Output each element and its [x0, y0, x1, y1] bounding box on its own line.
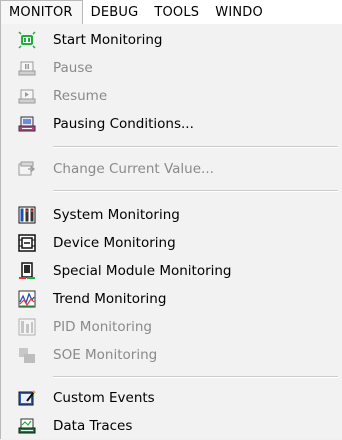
menu-item-label: Pausing Conditions... [53, 116, 194, 132]
menu-item-label: PID Monitoring [53, 319, 153, 335]
pause-icon [18, 59, 36, 77]
menu-monitor[interactable]: MONITOR [0, 0, 83, 24]
data-traces-icon [18, 417, 36, 435]
menu-item-change-current-value[interactable]: Change Current Value... [1, 155, 342, 183]
menu-item-special-module-monitoring[interactable]: Special Module Monitoring [1, 257, 342, 285]
pausing-conditions-icon [18, 115, 36, 133]
menu-item-trend-monitoring[interactable]: Trend Monitoring [1, 285, 342, 313]
menu-item-device-monitoring[interactable]: Device Monitoring [1, 229, 342, 257]
resume-icon [18, 87, 36, 105]
menu-item-label: SOE Monitoring [53, 347, 158, 363]
menu-item-label: System Monitoring [53, 207, 180, 223]
device-monitoring-icon [18, 234, 36, 252]
menu-item-label: Data Traces [53, 418, 133, 434]
menu-item-label: Special Module Monitoring [53, 263, 232, 279]
menu-item-label: Trend Monitoring [53, 291, 167, 307]
menu-item-pause[interactable]: Pause [1, 54, 342, 82]
menu-bar: MONITOR DEBUG TOOLS WINDO [0, 0, 342, 25]
menu-item-label: Device Monitoring [53, 235, 176, 251]
menu-item-data-traces[interactable]: Data Traces [1, 412, 342, 440]
menu-tools[interactable]: TOOLS [146, 0, 207, 24]
menu-item-label: Resume [53, 88, 108, 104]
special-module-icon [18, 262, 36, 280]
menu-item-label: Start Monitoring [53, 32, 163, 48]
menu-item-label: Pause [53, 60, 93, 76]
soe-monitoring-icon [18, 346, 36, 364]
menu-separator [53, 190, 338, 192]
trend-monitoring-icon [18, 290, 36, 308]
pid-monitoring-icon [18, 318, 36, 336]
menu-item-custom-events[interactable]: Custom Events [1, 384, 342, 412]
menu-separator [53, 376, 338, 378]
change-value-icon [18, 160, 36, 178]
menu-item-system-monitoring[interactable]: System Monitoring [1, 201, 342, 229]
system-monitoring-icon [18, 206, 36, 224]
menu-debug[interactable]: DEBUG [83, 0, 147, 24]
monitor-dropdown-menu: Start Monitoring Pause Resume Pausing Co… [0, 24, 342, 439]
menu-window[interactable]: WINDO [207, 0, 271, 24]
menu-separator [53, 146, 338, 148]
menu-item-label: Custom Events [53, 390, 155, 406]
start-monitoring-icon [18, 31, 36, 49]
menu-item-start-monitoring[interactable]: Start Monitoring [1, 26, 342, 54]
custom-events-icon [18, 389, 36, 407]
menu-item-soe-monitoring[interactable]: SOE Monitoring [1, 341, 342, 369]
menu-item-pausing-conditions[interactable]: Pausing Conditions... [1, 110, 342, 138]
menu-item-resume[interactable]: Resume [1, 82, 342, 110]
menu-item-label: Change Current Value... [53, 161, 214, 177]
menu-item-pid-monitoring[interactable]: PID Monitoring [1, 313, 342, 341]
